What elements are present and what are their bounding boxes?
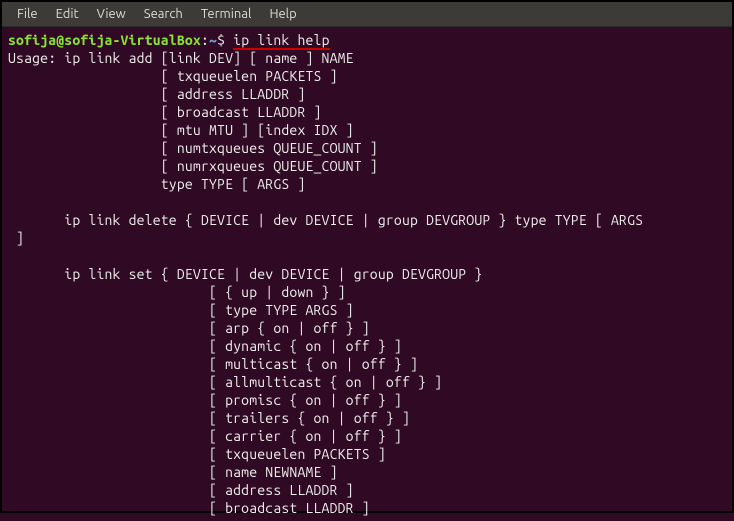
prompt-colon: : (201, 32, 209, 48)
menu-edit[interactable]: Edit (47, 7, 88, 21)
menu-file[interactable]: File (8, 7, 47, 21)
menu-help[interactable]: Help (260, 7, 305, 21)
command-input: ip link help (233, 32, 329, 48)
menu-search[interactable]: Search (135, 7, 192, 21)
menu-view[interactable]: View (88, 7, 135, 21)
terminal-viewport[interactable]: sofija@sofija-VirtualBox:~$ ip link help… (2, 27, 732, 521)
prompt-sigil: $ (217, 32, 225, 48)
prompt-user-host: sofija@sofija-VirtualBox (8, 32, 201, 48)
command-underline: ip link help (233, 33, 329, 50)
menu-terminal[interactable]: Terminal (192, 7, 261, 21)
menubar: File Edit View Search Terminal Help (2, 2, 732, 27)
command-output: Usage: ip link add [link DEV] [ name ] N… (8, 50, 643, 516)
prompt-path: ~ (209, 32, 217, 48)
